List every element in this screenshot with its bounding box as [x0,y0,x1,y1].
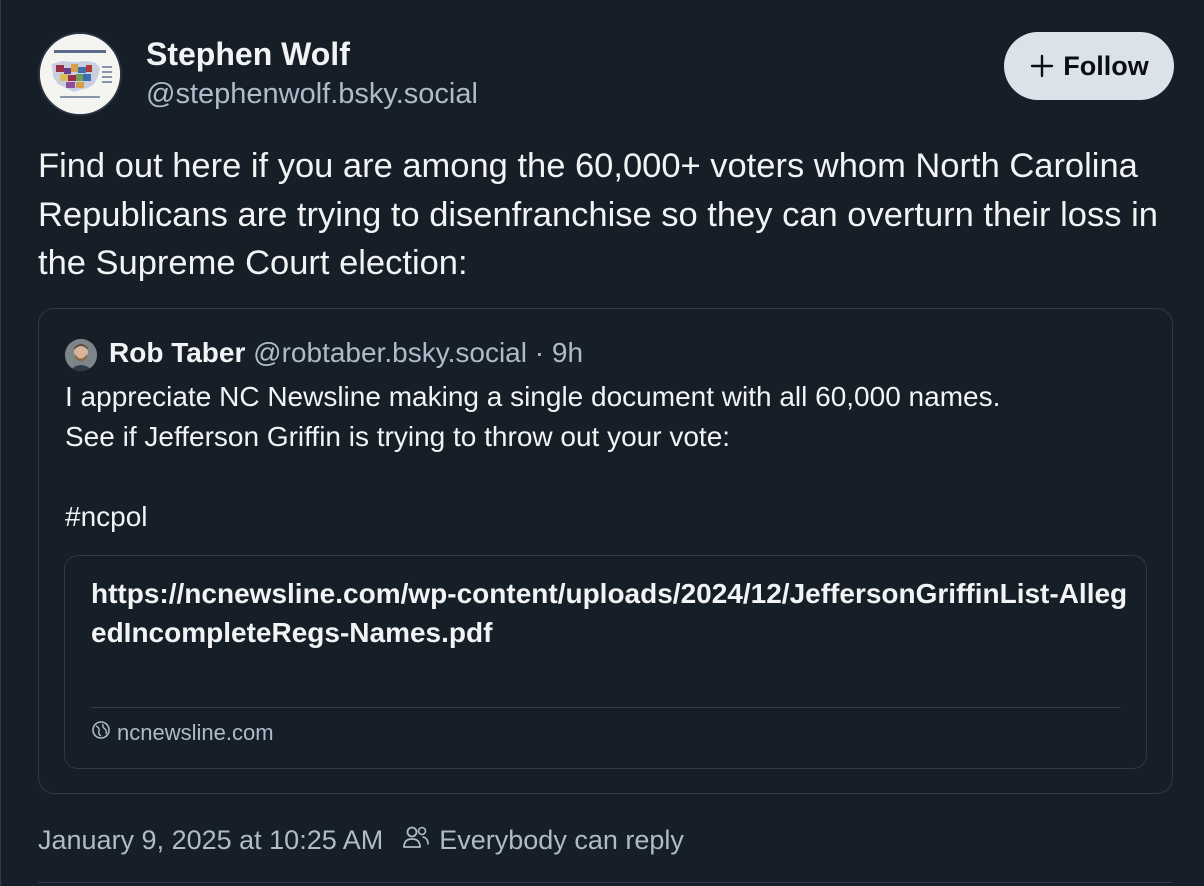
link-title: https://ncnewsline.com/wp-content/upload… [91,578,1128,648]
link-domain: ncnewsline.com [117,720,274,745]
quote-author-name[interactable]: Rob Taber [109,337,245,368]
follow-label: Follow [1063,50,1149,81]
post-thread-view: Stephen Wolf @stephenwolf.bsky.social Fo… [0,0,1204,886]
link-domain-row: ncnewsline.com [91,720,274,746]
author-avatar[interactable] [38,32,122,116]
quote-header: Rob Taber @robtaber.bsky.social · 9h [109,337,583,369]
reply-setting[interactable]: Everybody can reply [401,824,684,857]
link-preview-card[interactable]: https://ncnewsline.com/wp-content/upload… [64,555,1147,769]
quote-timestamp[interactable]: 9h [552,337,583,368]
quoted-post[interactable]: Rob Taber @robtaber.bsky.social · 9h I a… [38,308,1173,794]
bottom-divider [38,882,1173,883]
post-text: Find out here if you are among the 60,00… [38,147,1158,282]
people-icon [401,824,431,857]
post-meta: January 9, 2025 at 10:25 AM Everybody ca… [38,824,684,857]
quote-text-line-2: See if Jefferson Griffin is trying to th… [65,421,731,452]
globe-icon [91,720,111,746]
plus-icon [1029,53,1055,79]
quote-hashtag[interactable]: #ncpol [65,501,148,533]
quote-text-line-1: I appreciate NC Newsline making a single… [65,381,1001,412]
quote-author-avatar[interactable] [65,339,97,371]
post-timestamp: January 9, 2025 at 10:25 AM [38,825,384,855]
left-divider [0,0,1,886]
author-name[interactable]: Stephen Wolf [146,36,350,73]
reply-setting-label: Everybody can reply [439,825,684,855]
link-divider [91,707,1121,708]
follow-button[interactable]: Follow [1004,32,1174,100]
author-handle[interactable]: @stephenwolf.bsky.social [146,78,478,111]
quote-separator: · [534,337,545,368]
quote-author-handle[interactable]: @robtaber.bsky.social [253,337,527,368]
